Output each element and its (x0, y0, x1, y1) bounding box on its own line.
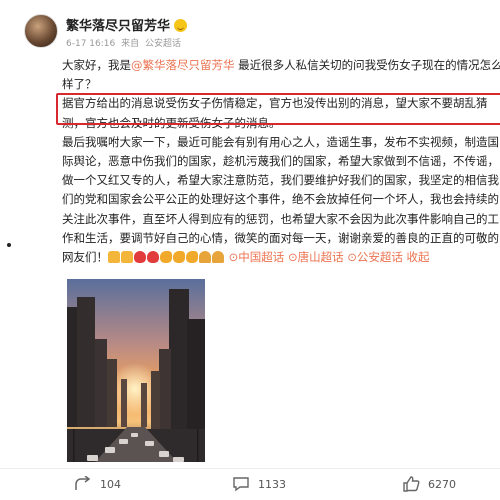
heart-icon (134, 251, 146, 264)
topic-link-police[interactable]: ⊙公安超话 (347, 250, 403, 264)
smile-emoji-icon (174, 19, 188, 32)
city-sunset-image (67, 279, 205, 462)
thumbs-up-icon (108, 251, 120, 264)
post-intro: 大家好，我是@繁华落尽只留芳华 最近很多人私信关切的问我受伤女子现在的情况怎么样… (62, 56, 500, 94)
flex-arm-icon (186, 251, 198, 264)
post-meta: 6-17 16:16 来自 公安超话 (66, 36, 184, 49)
post-footer: 104 1133 6270 (0, 468, 500, 500)
post-content: 大家好，我是@繁华落尽只留芳华 最近很多人私信关切的问我受伤女子现在的情况怎么样… (62, 56, 500, 267)
share-button[interactable]: 104 (74, 475, 121, 493)
topic-icon: ⊙ (228, 250, 239, 265)
pray-icon (212, 251, 224, 264)
flex-arm-icon (173, 251, 185, 264)
username[interactable]: 繁华落尽只留芳华 (66, 15, 188, 34)
share-count: 104 (100, 477, 121, 491)
post-image[interactable] (67, 279, 205, 462)
topic-icon: ⊙ (347, 250, 357, 265)
topic-label[interactable]: 中国超话 (238, 250, 284, 264)
heart-icon (147, 251, 159, 264)
topic-label[interactable]: 公安超话 (357, 250, 403, 264)
post-header: 繁华落尽只留芳华 6-17 16:16 来自 公安超话 (24, 12, 484, 56)
reaction-emojis (108, 250, 225, 264)
topic-icon: ⊙ (287, 250, 298, 265)
flex-arm-icon (160, 251, 172, 264)
thumbs-up-icon (121, 251, 133, 264)
like-count: 6270 (428, 477, 456, 491)
body-paragraph: 最后我嘱咐大家一下，最近可能会有别有用心之人，造谣生事，发布不实视频，制造国际舆… (62, 133, 500, 267)
post-timestamp: 6-17 16:16 (66, 39, 116, 49)
pray-icon (199, 251, 211, 264)
like-icon (403, 476, 420, 492)
collapse-link[interactable]: 收起 (407, 250, 430, 264)
comment-button[interactable]: 1133 (232, 475, 286, 493)
bullet-dot (7, 243, 11, 247)
topic-label[interactable]: 唐山超话 (298, 250, 344, 264)
share-icon (75, 476, 91, 490)
avatar[interactable] (24, 14, 58, 48)
topic-link-china[interactable]: ⊙中国超话 (229, 250, 285, 264)
username-text[interactable]: 繁华落尽只留芳华 (66, 19, 170, 34)
body-text: 最后我嘱咐大家一下，最近可能会有别有用心之人，造谣生事，发布不实视频，制造国际舆… (62, 134, 499, 265)
post-source-label: 来自 (121, 39, 140, 49)
post-source-link[interactable]: 公安超话 (145, 39, 181, 49)
intro-text: 大家好，我是 (62, 58, 131, 72)
comment-count: 1133 (258, 477, 286, 491)
comment-icon (233, 477, 249, 492)
topic-link-tangshan[interactable]: ⊙唐山超话 (288, 250, 344, 264)
highlight-box (56, 93, 500, 125)
like-button[interactable]: 6270 (402, 475, 456, 493)
user-mention-link[interactable]: @繁华落尽只留芳华 (131, 58, 235, 72)
